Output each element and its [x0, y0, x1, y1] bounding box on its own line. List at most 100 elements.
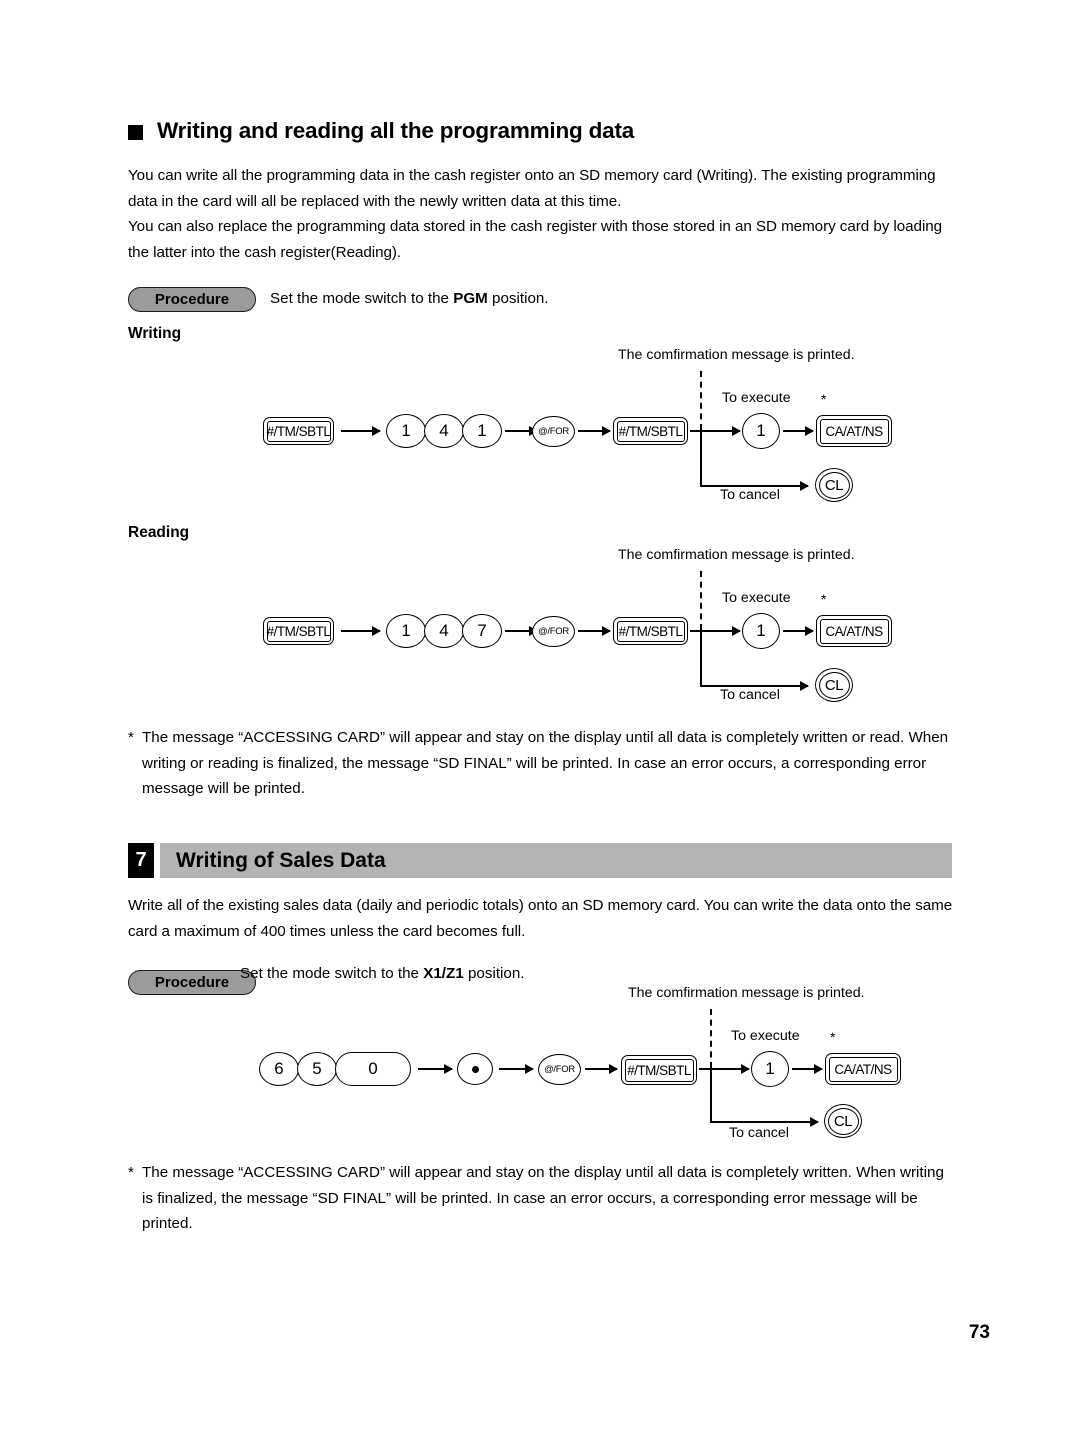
arrow-3-reading [578, 626, 611, 636]
sales-data-paragraph: Write all of the existing sales data (da… [128, 897, 953, 940]
footnote-star: * [128, 729, 134, 746]
section-heading-writing-reading: Writing and reading all the programming … [128, 118, 634, 144]
arrow-cancel-reading [700, 681, 809, 691]
key-label: #/TM/SBTL [266, 623, 331, 639]
key-label: 1 [765, 1059, 775, 1078]
to-execute-label-reading: To execute [722, 590, 791, 606]
key-label: 1 [756, 421, 766, 440]
key-label: CL [833, 1112, 853, 1130]
to-cancel-label-writing: To cancel [720, 487, 780, 503]
key-digit-1-execute-writing[interactable]: 1 [742, 413, 780, 449]
key-label: CL [824, 676, 844, 694]
arrow-execute-writing [712, 426, 741, 436]
key-sequence-diagram-reading: The comfirmation message is printed. To … [0, 540, 1080, 715]
decimal-point-icon [471, 1065, 479, 1073]
arrow-cancel-sales [710, 1117, 819, 1127]
arrow-4-sales [792, 1064, 823, 1074]
key-digit-4-reading[interactable]: 4 [424, 614, 464, 648]
key-label: 6 [274, 1059, 284, 1078]
to-execute-label-writing: To execute [722, 390, 791, 406]
procedure-instruction-suffix: position. [487, 290, 549, 307]
procedure-badge-pgm: Procedure [128, 287, 256, 312]
section-number-badge: 7 [128, 843, 154, 878]
key-digit-1-reading[interactable]: 1 [386, 614, 426, 648]
key-tm-sbtl-1-reading[interactable]: #/TM/SBTL [263, 617, 334, 645]
branch-vertical-reading [700, 630, 702, 687]
arrow-3-sales [585, 1064, 618, 1074]
key-digit-1b-writing[interactable]: 1 [462, 414, 502, 448]
execute-footnote-star-sales: * [830, 1029, 836, 1045]
key-ca-at-ns-sales[interactable]: CA/AT/NS [825, 1053, 901, 1085]
key-label: 4 [439, 421, 449, 440]
key-digit-1-execute-reading[interactable]: 1 [742, 613, 780, 649]
arrow-2-sales [499, 1064, 534, 1074]
branch-vertical-writing [700, 430, 702, 487]
square-bullet-icon [128, 125, 143, 140]
key-ca-at-ns-writing[interactable]: CA/AT/NS [816, 415, 892, 447]
branch-vertical-sales [710, 1068, 712, 1123]
key-digit-1a-writing[interactable]: 1 [386, 414, 426, 448]
key-digit-5-sales[interactable]: 5 [297, 1052, 337, 1086]
key-digit-6-sales[interactable]: 6 [259, 1052, 299, 1086]
arrow-4-reading [783, 626, 814, 636]
key-label: @/FOR [544, 1064, 575, 1075]
key-at-for-reading[interactable]: @/FOR [532, 616, 575, 647]
arrow-1-sales [418, 1064, 453, 1074]
key-sequence-diagram-sales: The comfirmation message is printed. To … [0, 980, 1080, 1160]
arrow-execute-sales [721, 1064, 750, 1074]
execute-footnote-star-writing: * [821, 391, 827, 407]
arrow-execute-reading [712, 626, 741, 636]
to-cancel-label-reading: To cancel [720, 687, 780, 703]
key-cl-writing[interactable]: CL [815, 468, 853, 502]
footnote-text: The message “ACCESSING CARD” will appear… [142, 729, 949, 797]
procedure-mode-pgm: PGM [453, 290, 488, 307]
key-label: 1 [756, 621, 766, 640]
key-digit-4-writing[interactable]: 4 [424, 414, 464, 448]
key-cl-reading[interactable]: CL [815, 668, 853, 702]
page-number: 73 [968, 1322, 990, 1343]
key-cl-sales[interactable]: CL [824, 1104, 862, 1138]
procedure-instruction-pgm: Set the mode switch to the PGM position. [270, 290, 549, 307]
to-cancel-label-sales: To cancel [729, 1125, 789, 1141]
arrow-cancel-writing [700, 481, 809, 491]
key-label: 1 [401, 621, 411, 640]
key-label: 5 [312, 1059, 322, 1078]
key-label: 1 [477, 421, 487, 440]
confirmation-dashed-connector-sales [710, 1009, 712, 1068]
page-title: Writing and reading all the programming … [157, 118, 635, 143]
key-label: CA/AT/NS [825, 423, 883, 439]
key-label: 4 [439, 621, 449, 640]
arrow-4-writing [783, 426, 814, 436]
key-tm-sbtl-sales[interactable]: #/TM/SBTL [621, 1055, 697, 1085]
key-digit-7-reading[interactable]: 7 [462, 614, 502, 648]
confirmation-caption-sales: The comfirmation message is printed. [628, 985, 865, 1001]
key-label: CA/AT/NS [834, 1061, 892, 1077]
key-tm-sbtl-2-writing[interactable]: #/TM/SBTL [613, 417, 688, 445]
key-label: CL [824, 476, 844, 494]
key-label: #/TM/SBTL [618, 423, 683, 439]
confirmation-dashed-connector-reading [700, 571, 702, 630]
key-at-for-sales[interactable]: @/FOR [538, 1054, 581, 1085]
footnote-star: * [128, 1164, 134, 1181]
key-label: CA/AT/NS [825, 623, 883, 639]
arrow-1-writing [341, 426, 381, 436]
section-title: Writing of Sales Data [176, 848, 386, 872]
key-label: #/TM/SBTL [266, 423, 331, 439]
key-digit-1-execute-sales[interactable]: 1 [751, 1051, 789, 1087]
key-label: @/FOR [538, 426, 569, 437]
key-ca-at-ns-reading[interactable]: CA/AT/NS [816, 615, 892, 647]
key-label: 7 [477, 621, 487, 640]
key-digit-0-sales[interactable]: 0 [335, 1052, 411, 1086]
key-tm-sbtl-2-reading[interactable]: #/TM/SBTL [613, 617, 688, 645]
procedure-instruction-prefix: Set the mode switch to the [270, 290, 454, 307]
key-sequence-diagram-writing: The comfirmation message is printed. To … [0, 340, 1080, 515]
key-decimal-point-sales[interactable] [457, 1053, 493, 1085]
footnote-sales-data: * The message “ACCESSING CARD” will appe… [128, 1160, 954, 1237]
footnote-writing-reading: * The message “ACCESSING CARD” will appe… [128, 725, 954, 802]
key-at-for-writing[interactable]: @/FOR [532, 416, 575, 447]
key-tm-sbtl-1-writing[interactable]: #/TM/SBTL [263, 417, 334, 445]
confirmation-dashed-connector-writing [700, 371, 702, 430]
section-header-sales-data: 7 Writing of Sales Data [128, 843, 952, 878]
key-label: #/TM/SBTL [627, 1062, 691, 1078]
execute-footnote-star-reading: * [821, 591, 827, 607]
